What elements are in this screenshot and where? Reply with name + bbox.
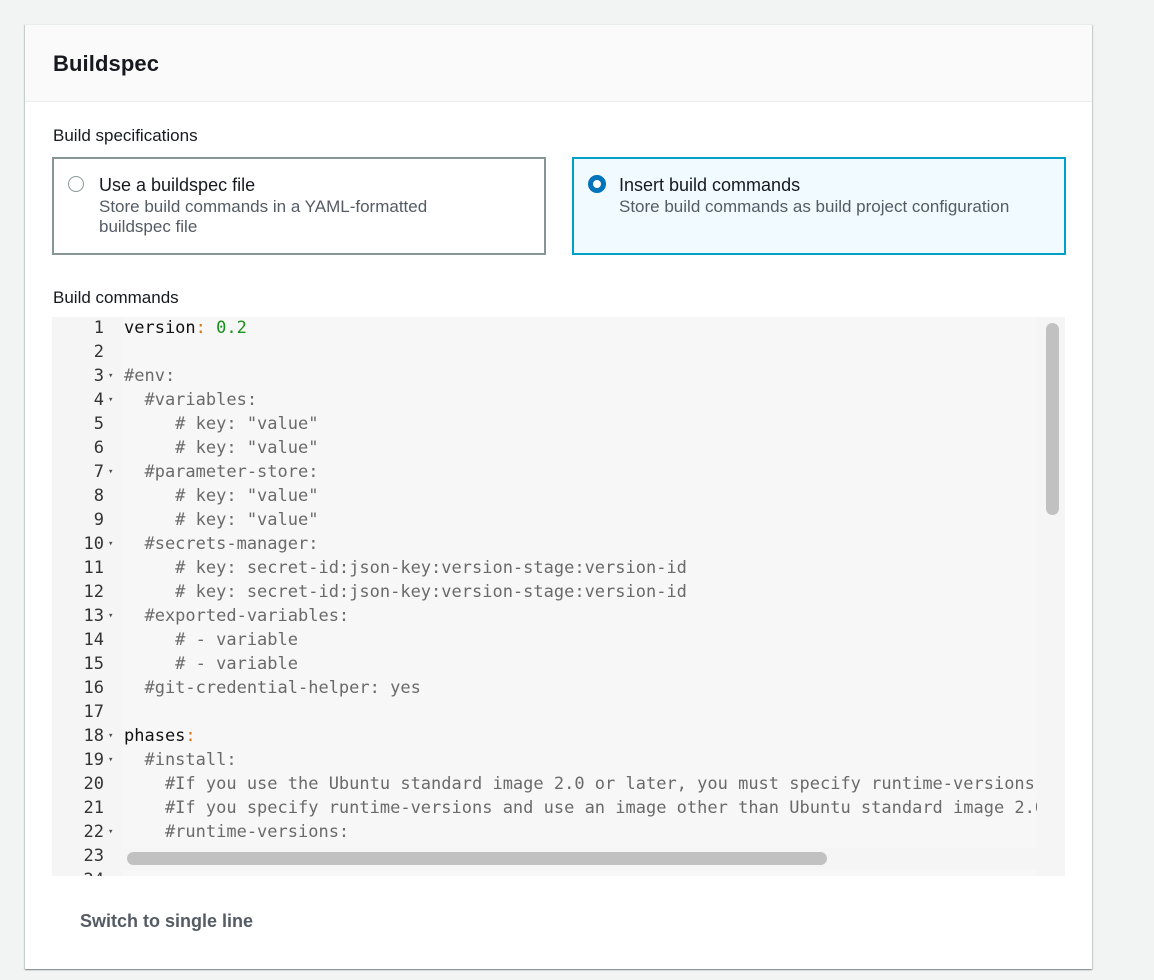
fold-toggle-icon[interactable]: ▾: [108, 820, 113, 844]
panel-title: Buildspec: [53, 51, 160, 76]
line-number: 7: [93, 462, 104, 482]
code-line: # key: "value": [124, 438, 319, 458]
code-line: # key: "value": [124, 414, 319, 434]
code-line: # key: secret-id:json-key:version-stage:…: [124, 558, 687, 578]
code-line: #parameter-store:: [124, 462, 319, 482]
line-number: 2: [93, 342, 104, 362]
switch-to-single-line-link[interactable]: Switch to single line: [80, 911, 253, 932]
line-number: 20: [83, 774, 104, 794]
code-line: #install:: [124, 750, 237, 770]
line-number: 9: [93, 510, 104, 530]
fold-toggle-icon[interactable]: ▾: [108, 724, 113, 748]
code-line: #variables:: [124, 390, 258, 410]
option-title: Insert build commands: [619, 175, 801, 195]
buildspec-panel: Buildspec Build specifications Use a bui…: [25, 24, 1092, 969]
code-line: # - variable: [124, 630, 298, 650]
option-title: Use a buildspec file: [99, 175, 256, 195]
fold-toggle-icon[interactable]: ▾: [108, 604, 113, 628]
horizontal-scrollbar-thumb[interactable]: [127, 852, 827, 865]
option-insert-build-commands[interactable]: Insert build commands Store build comman…: [572, 157, 1066, 255]
option-description: Store build commands as build project co…: [619, 197, 1010, 216]
line-number-gutter: 1 2 3 ▾ 4 ▾ 5 6 7 ▾ 8 9 10 ▾ 11 12 13 ▾ 14 15 16 17 18 ▾ 19 ▾ 20 21…: [52, 317, 119, 876]
code-line: #exported-variables:: [124, 606, 350, 626]
code-line: version: 0.2: [124, 318, 247, 338]
vertical-scrollbar-thumb[interactable]: [1046, 323, 1059, 515]
code-line: #secrets-manager:: [124, 534, 319, 554]
code-line: #If you use the Ubuntu standard image 2.…: [124, 774, 1037, 794]
line-number: 1: [93, 318, 104, 338]
line-number: 21: [83, 798, 104, 818]
line-number: 16: [83, 678, 104, 698]
radio-button-unchecked[interactable]: [68, 176, 84, 192]
code-text-area[interactable]: version: 0.2 #env: #variables: # key: "va…: [122, 317, 1037, 876]
code-line: phases:: [124, 726, 196, 746]
code-line: #runtime-versions:: [124, 822, 350, 842]
panel-header: Buildspec: [25, 25, 1092, 102]
code-line: # - variable: [124, 654, 298, 674]
fold-toggle-icon[interactable]: ▾: [108, 388, 113, 412]
line-number: 23: [83, 846, 104, 866]
fold-toggle-icon[interactable]: ▾: [108, 460, 113, 484]
build-specifications-label: Build specifications: [53, 126, 198, 145]
option-description: Store build commands in a YAML-formatted…: [99, 197, 428, 236]
code-line: # key: "value": [124, 486, 319, 506]
line-number: 19: [83, 750, 104, 770]
line-number: 15: [83, 654, 104, 674]
line-number: 12: [83, 582, 104, 602]
line-number: 10: [83, 534, 104, 554]
code-line: # key: "value": [124, 510, 319, 530]
fold-toggle-icon[interactable]: ▾: [108, 364, 113, 388]
line-number: 4: [93, 390, 104, 410]
code-line: # key: secret-id:json-key:version-stage:…: [124, 582, 687, 602]
line-number: 18: [83, 726, 104, 746]
line-number: 5: [93, 414, 104, 434]
radio-button-checked[interactable]: [588, 175, 606, 193]
build-commands-label: Build commands: [53, 288, 179, 307]
code-editor[interactable]: 1 2 3 ▾ 4 ▾ 5 6 7 ▾ 8 9 10 ▾ 11 12 13 ▾ 14 15 16 17 18 ▾ 19 ▾ 20 21…: [52, 317, 1065, 876]
option-use-buildspec-file[interactable]: Use a buildspec file Store build command…: [52, 157, 546, 255]
code-line: #git-credential-helper: yes: [124, 678, 421, 698]
code-line: #env:: [124, 366, 176, 386]
line-number: 14: [83, 630, 104, 650]
line-number: 3: [93, 366, 104, 386]
line-number: 11: [83, 558, 104, 578]
line-number: 6: [93, 438, 104, 458]
fold-toggle-icon[interactable]: ▾: [108, 532, 113, 556]
code-line: #If you specify runtime-versions and use…: [164, 798, 1037, 818]
horizontal-scrollbar[interactable]: [122, 848, 1037, 870]
line-number: 13: [83, 606, 104, 626]
line-number: 8: [93, 486, 104, 506]
line-number: 17: [83, 702, 104, 722]
fold-toggle-icon[interactable]: ▾: [108, 748, 113, 772]
line-number: 22: [83, 822, 104, 842]
vertical-scrollbar[interactable]: [1037, 317, 1065, 876]
line-number: 24: [52, 868, 104, 876]
